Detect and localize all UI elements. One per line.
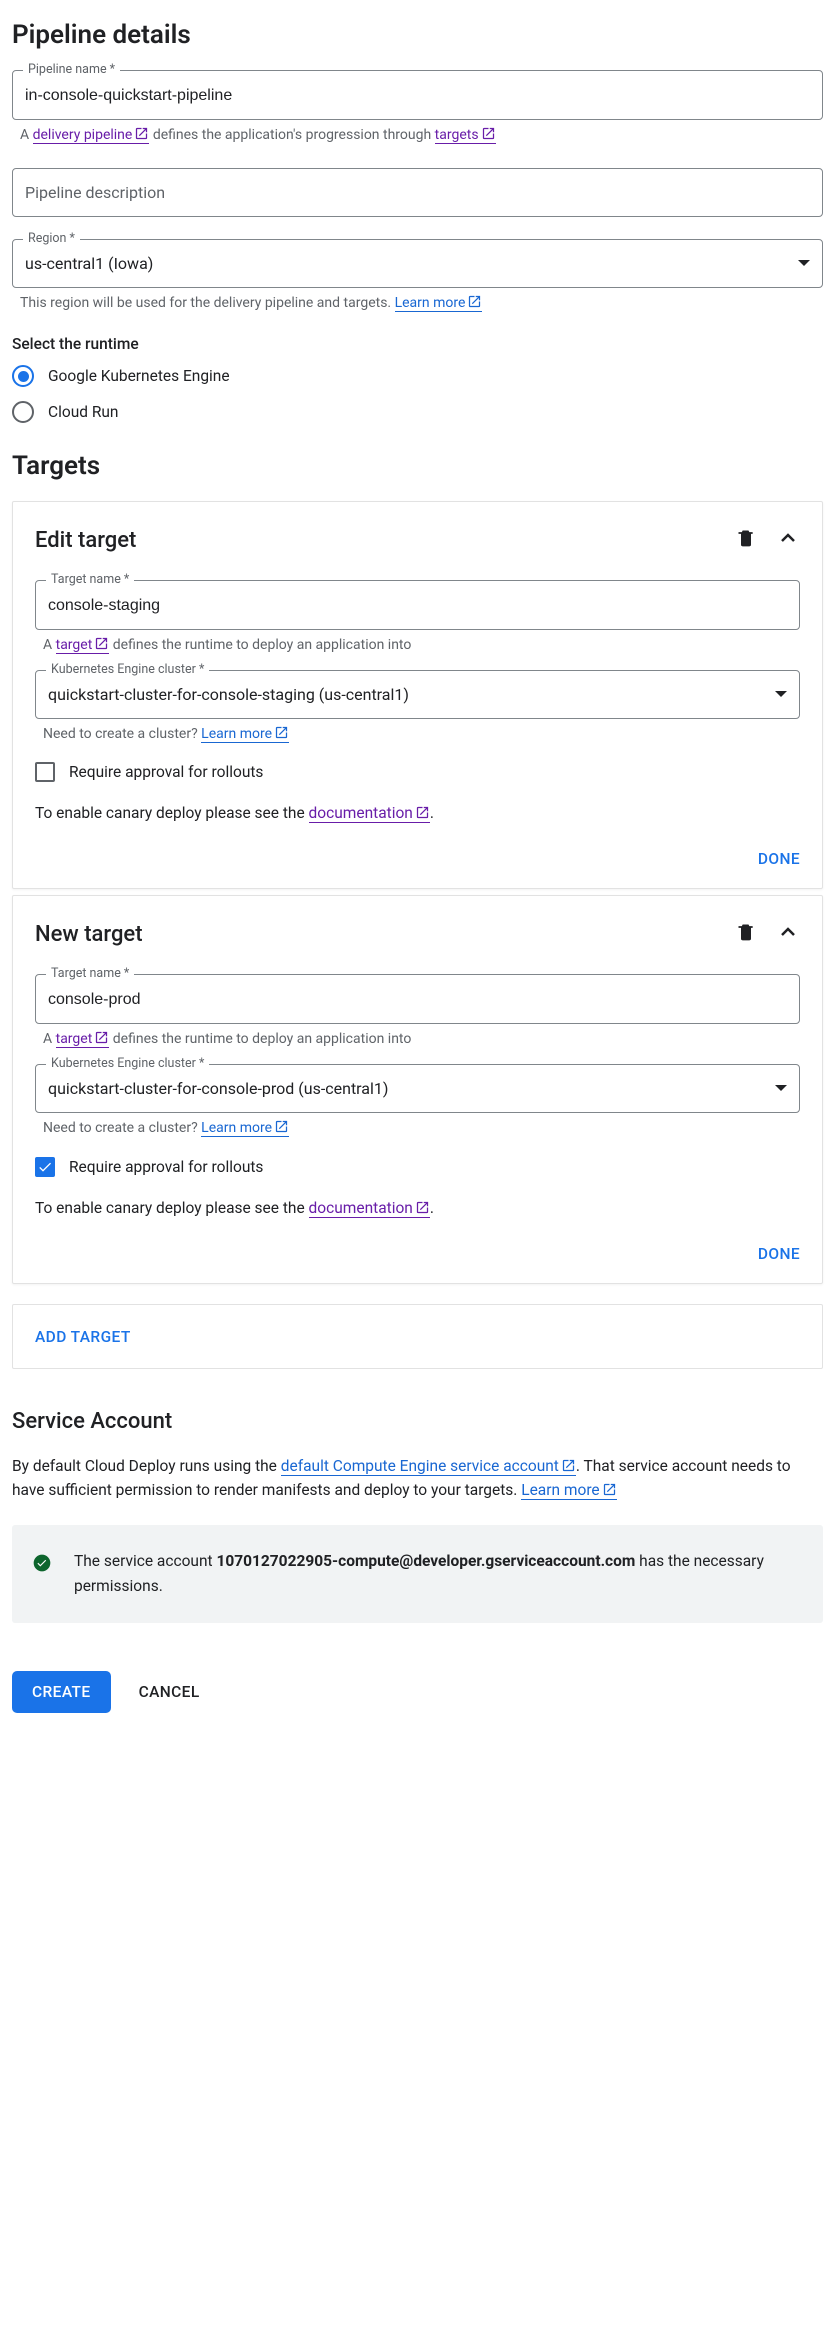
target-name-input[interactable] <box>48 991 787 1009</box>
chevron-up-icon <box>776 920 800 944</box>
target-card-title: New target <box>35 922 716 947</box>
external-link-icon <box>481 126 496 141</box>
runtime-gke-label: Google Kubernetes Engine <box>48 367 230 385</box>
dropdown-arrow-icon <box>775 691 787 697</box>
pipeline-name-label: Pipeline name * <box>23 62 120 77</box>
approval-label: Require approval for rollouts <box>69 763 263 781</box>
pipeline-description-field[interactable]: Pipeline description <box>12 168 823 217</box>
external-link-icon <box>415 1200 430 1215</box>
service-account-info-panel: The service account 1070127022905-comput… <box>12 1525 823 1623</box>
runtime-label: Select the runtime <box>12 335 823 353</box>
target-card: New target Target name * A target define… <box>12 895 823 1283</box>
runtime-option-gke[interactable]: Google Kubernetes Engine <box>12 365 823 387</box>
dropdown-arrow-icon <box>775 1085 787 1091</box>
cluster-label: Kubernetes Engine cluster * <box>46 1056 209 1071</box>
checkbox-checked-icon <box>35 1157 55 1177</box>
external-link-icon <box>274 1119 289 1134</box>
region-field[interactable]: Region * us-central1 (Iowa) <box>12 239 823 288</box>
cluster-field[interactable]: Kubernetes Engine cluster * quickstart-c… <box>35 1064 800 1113</box>
external-link-icon <box>415 805 430 820</box>
region-helper: This region will be used for the deliver… <box>20 294 823 314</box>
add-target-card: ADD TARGET <box>12 1304 823 1369</box>
target-name-field[interactable]: Target name * <box>35 974 800 1024</box>
create-button[interactable]: CREATE <box>12 1671 111 1713</box>
runtime-option-cloud-run[interactable]: Cloud Run <box>12 401 823 423</box>
canary-documentation-link[interactable]: documentation <box>309 1199 430 1218</box>
cluster-field[interactable]: Kubernetes Engine cluster * quickstart-c… <box>35 670 800 719</box>
service-account-learn-more-link[interactable]: Learn more <box>521 1481 616 1500</box>
targets-title: Targets <box>12 451 823 481</box>
chevron-up-icon <box>776 526 800 550</box>
checkbox-unchecked-icon <box>35 762 55 782</box>
external-link-icon <box>467 294 482 309</box>
external-link-icon <box>602 1482 617 1497</box>
collapse-target-button[interactable] <box>776 526 800 554</box>
approval-label: Require approval for rollouts <box>69 1158 263 1176</box>
cluster-value: quickstart-cluster-for-console-staging (… <box>48 685 409 704</box>
target-name-label: Target name * <box>46 572 134 587</box>
pipeline-name-field[interactable]: Pipeline name * <box>12 70 823 120</box>
dropdown-arrow-icon <box>798 260 810 266</box>
canary-text: To enable canary deploy please see the d… <box>35 1199 800 1217</box>
cluster-value: quickstart-cluster-for-console-prod (us-… <box>48 1079 388 1098</box>
radio-unchecked-icon <box>12 401 34 423</box>
target-name-label: Target name * <box>46 966 134 981</box>
external-link-icon <box>134 126 149 141</box>
delete-target-button[interactable] <box>736 528 756 552</box>
service-account-email: 1070127022905-compute@developer.gservice… <box>216 1552 635 1570</box>
done-button[interactable]: DONE <box>758 850 800 868</box>
external-link-icon <box>561 1458 576 1473</box>
approval-checkbox-row[interactable]: Require approval for rollouts <box>35 1157 800 1177</box>
pipeline-description-placeholder: Pipeline description <box>25 183 165 202</box>
cancel-button[interactable]: CANCEL <box>139 1683 200 1701</box>
service-account-title: Service Account <box>12 1409 823 1434</box>
delete-target-button[interactable] <box>736 922 756 946</box>
target-name-input[interactable] <box>48 597 787 615</box>
target-card-title: Edit target <box>35 528 716 553</box>
external-link-icon <box>94 1030 109 1045</box>
targets-link[interactable]: targets <box>435 127 496 144</box>
cluster-learn-more-link[interactable]: Learn more <box>201 726 289 743</box>
cluster-label: Kubernetes Engine cluster * <box>46 662 209 677</box>
cluster-helper: Need to create a cluster? Learn more <box>43 725 800 745</box>
check-icon <box>37 1159 53 1175</box>
region-value: us-central1 (Iowa) <box>25 254 153 273</box>
collapse-target-button[interactable] <box>776 920 800 948</box>
external-link-icon <box>94 636 109 651</box>
canary-documentation-link[interactable]: documentation <box>309 804 430 823</box>
region-learn-more-link[interactable]: Learn more <box>395 295 483 312</box>
cluster-helper: Need to create a cluster? Learn more <box>43 1119 800 1139</box>
default-service-account-link[interactable]: default Compute Engine service account <box>281 1457 576 1476</box>
target-link[interactable]: target <box>56 637 110 654</box>
runtime-cloud-run-label: Cloud Run <box>48 403 118 421</box>
external-link-icon <box>274 725 289 740</box>
pipeline-name-helper: A delivery pipeline defines the applicat… <box>20 126 823 146</box>
radio-checked-icon <box>12 365 34 387</box>
target-card: Edit target Target name * A target defin… <box>12 501 823 889</box>
target-name-field[interactable]: Target name * <box>35 580 800 630</box>
pipeline-details-title: Pipeline details <box>12 20 823 50</box>
target-name-helper: A target defines the runtime to deploy a… <box>43 636 800 656</box>
cluster-learn-more-link[interactable]: Learn more <box>201 1120 289 1137</box>
pipeline-name-input[interactable] <box>25 87 810 105</box>
add-target-button[interactable]: ADD TARGET <box>35 1328 131 1346</box>
done-button[interactable]: DONE <box>758 1245 800 1263</box>
delivery-pipeline-link[interactable]: delivery pipeline <box>33 127 150 144</box>
region-label: Region * <box>23 231 80 246</box>
trash-icon <box>736 528 756 548</box>
target-link[interactable]: target <box>56 1031 110 1048</box>
check-circle-icon <box>32 1553 52 1573</box>
target-name-helper: A target defines the runtime to deploy a… <box>43 1030 800 1050</box>
service-account-body: By default Cloud Deploy runs using the d… <box>12 1454 823 1504</box>
trash-icon <box>736 922 756 942</box>
canary-text: To enable canary deploy please see the d… <box>35 804 800 822</box>
approval-checkbox-row[interactable]: Require approval for rollouts <box>35 762 800 782</box>
